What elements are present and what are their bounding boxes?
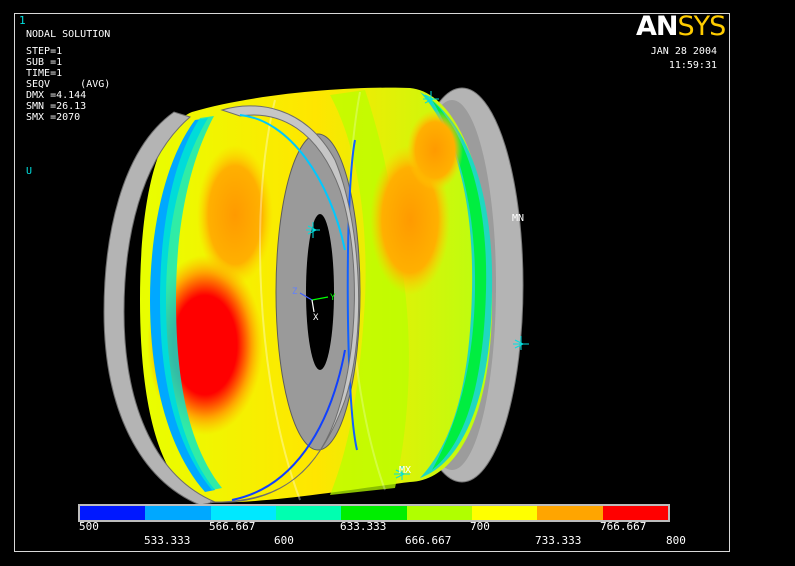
legend-swatch-5 <box>341 506 407 520</box>
triad-z-label: Z <box>292 287 298 297</box>
legend-swatch-9 <box>602 506 668 520</box>
legend-tick-9: 800 <box>666 534 686 547</box>
legend-swatch-1 <box>80 506 146 520</box>
legend-swatch-2 <box>145 506 211 520</box>
legend-swatch-3 <box>210 506 276 520</box>
legend-swatch-4 <box>275 506 342 520</box>
legend-tick-6: 700 <box>470 520 490 533</box>
legend-swatch-8 <box>537 506 603 520</box>
legend-tick-8: 766.667 <box>600 520 647 533</box>
model-viewport[interactable]: Y Z X <box>0 0 795 566</box>
min-label: MN <box>512 213 525 224</box>
triad-x-label: X <box>313 313 319 323</box>
legend-swatch-6 <box>406 506 472 520</box>
inner-opening <box>275 133 361 451</box>
legend-tick-2: 566.667 <box>209 520 256 533</box>
max-label: MX <box>399 465 412 476</box>
legend-tick-3: 600 <box>274 534 294 547</box>
legend-tick-5: 666.667 <box>405 534 452 547</box>
legend-swatch-7 <box>471 506 538 520</box>
legend-tick-4: 633.333 <box>340 520 387 533</box>
triad-y-label: Y <box>330 293 336 303</box>
legend-tick-0: 500 <box>79 520 99 533</box>
legend-tick-7: 733.333 <box>535 534 582 547</box>
legend-tick-1: 533.333 <box>144 534 191 547</box>
